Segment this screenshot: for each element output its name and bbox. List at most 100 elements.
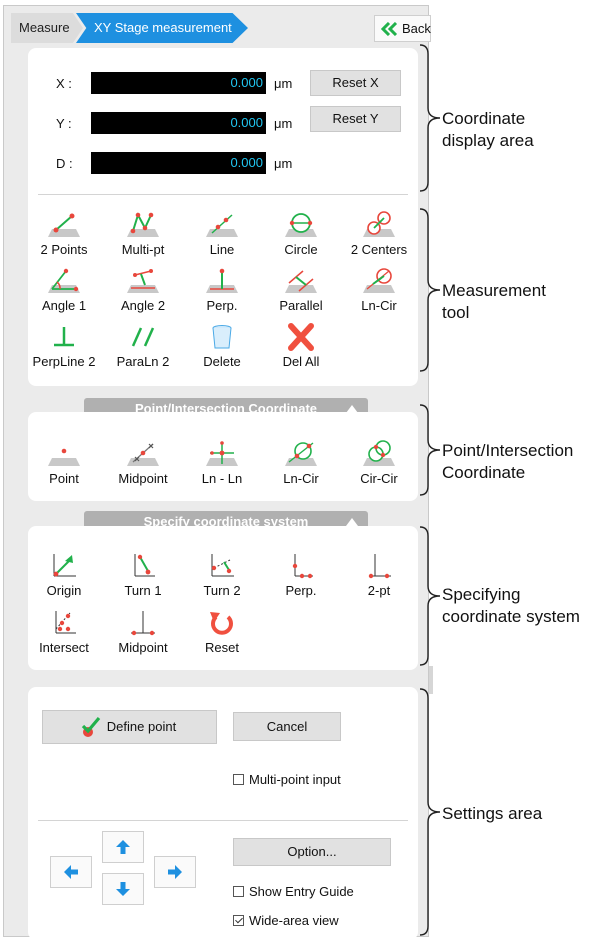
tool-line[interactable]: Line (185, 211, 259, 267)
move-down-button[interactable] (102, 873, 144, 905)
tool-label: Turn 1 (124, 583, 162, 598)
coordinate-display-brace (419, 44, 441, 192)
d-label: D : (56, 156, 73, 171)
tool-label: Angle 1 (41, 298, 87, 313)
d-readout: 0.000 (91, 152, 266, 174)
checkbox-box (233, 886, 244, 897)
tool-label: Intersect (39, 640, 89, 655)
measurement-tool-brace (419, 208, 441, 372)
parallel-icon (285, 270, 317, 293)
midpoint-axis-icon (131, 611, 155, 636)
define-point-button[interactable]: Define point (42, 710, 217, 744)
point-tool-midpoint[interactable]: Midpoint (106, 440, 180, 496)
cancel-button[interactable]: Cancel (233, 712, 341, 741)
tool-label: Circle (284, 242, 318, 257)
line-circle-icon (363, 268, 395, 293)
back-button[interactable]: Back (374, 15, 431, 42)
circle-circle-icon (363, 440, 395, 466)
option-button[interactable]: Option... (233, 838, 391, 866)
point-tool-ln-ln[interactable]: Ln - Ln (185, 440, 259, 496)
annotation-coordinate-display: Coordinate display area (442, 108, 534, 152)
wide-area-view-checkbox[interactable]: Wide-area view (233, 913, 339, 928)
breadcrumb-measure[interactable]: Measure (11, 13, 83, 43)
tool-label: Midpoint (118, 640, 168, 655)
tool-paraln-2[interactable]: ParaLn 2 (106, 323, 180, 379)
point-intersection-card: Point Midpoint Ln - Ln Ln-Cir Cir-Cir (28, 412, 418, 501)
annotation-line: display area (442, 131, 534, 150)
xy-stage-panel: Measure XY Stage measurement Back X : 0.… (3, 5, 433, 940)
multi-point-icon (127, 212, 159, 237)
coord-divider (38, 194, 408, 195)
tool-circle[interactable]: Circle (264, 211, 338, 267)
tool-2-points[interactable]: 2 Points (27, 211, 101, 267)
specify-coordinate-card: Origin Turn 1 Turn 2 Perp. 2-pt Intersec… (28, 526, 418, 670)
tool-del-all[interactable]: Del All (264, 323, 338, 379)
tool-perp[interactable]: Perp. (185, 267, 259, 323)
spec-tool-origin[interactable]: Origin (27, 552, 101, 608)
checkbox-label: Wide-area view (249, 913, 339, 928)
tool-label: Ln-Cir (283, 471, 319, 486)
settings-area-brace (419, 688, 441, 936)
tool-parallel[interactable]: Parallel (264, 267, 338, 323)
midpoint-icon (127, 443, 159, 466)
tool-angle-1[interactable]: Angle 1 (27, 267, 101, 323)
angle-1-icon (48, 268, 80, 293)
point-tool-cir-cir[interactable]: Cir-Cir (342, 440, 416, 496)
annotation-line: Point/Intersection (442, 441, 574, 460)
spec-tool-reset[interactable]: Reset (185, 609, 259, 665)
reset-icon (210, 612, 233, 635)
spec-tool-turn-1[interactable]: Turn 1 (106, 552, 180, 608)
annotation-line: Settings area (442, 804, 543, 823)
x-label: X : (56, 76, 72, 91)
turn-1-icon (134, 554, 155, 577)
x-readout: 0.000 (91, 72, 266, 94)
spec-tool-intersect[interactable]: Intersect (27, 609, 101, 665)
tool-label: Cir-Cir (360, 471, 398, 486)
move-left-button[interactable] (50, 856, 92, 888)
show-entry-guide-checkbox[interactable]: Show Entry Guide (233, 884, 354, 899)
define-point-label: Define point (106, 719, 177, 734)
trash-icon (212, 325, 232, 349)
tool-multi-pt[interactable]: Multi-pt (106, 211, 180, 267)
tool-2-centers[interactable]: 2 Centers (342, 211, 416, 267)
spec-tool-perp[interactable]: Perp. (264, 552, 338, 608)
spec-tool-2-pt[interactable]: 2-pt (342, 552, 416, 608)
turn-2-icon (211, 554, 234, 577)
multi-point-input-checkbox[interactable]: Multi-point input (233, 772, 341, 787)
x-unit: μm (274, 76, 293, 91)
spec-tool-midpoint[interactable]: Midpoint (106, 609, 180, 665)
checkbox-label: Show Entry Guide (249, 884, 354, 899)
tool-label: 2-pt (367, 583, 391, 598)
tool-label: Origin (46, 583, 82, 598)
arrow-down-icon (116, 882, 130, 896)
tool-angle-2[interactable]: Angle 2 (106, 267, 180, 323)
delete-all-icon (288, 323, 314, 351)
move-right-button[interactable] (154, 856, 196, 888)
reset-x-button[interactable]: Reset X (310, 70, 401, 96)
tool-ln-cir[interactable]: Ln-Cir (342, 267, 416, 323)
two-centers-icon (363, 211, 395, 237)
reset-y-button[interactable]: Reset Y (310, 106, 401, 132)
back-label: Back (402, 21, 431, 36)
breadcrumb-xy-stage[interactable]: XY Stage measurement (76, 13, 248, 43)
tool-label: Midpoint (118, 471, 168, 486)
circle-icon (285, 213, 317, 237)
tool-perpline-2[interactable]: PerpLine 2 (27, 323, 101, 379)
tool-label: Perp. (285, 583, 317, 598)
move-up-button[interactable] (102, 831, 144, 863)
point-tool-point[interactable]: Point (27, 440, 101, 496)
tool-delete[interactable]: Delete (185, 323, 259, 379)
collapse-up-icon (346, 518, 358, 526)
line-line-icon (206, 441, 238, 466)
line-circle-intersect-icon (285, 442, 317, 466)
annotation-line: Specifying (442, 585, 521, 604)
y-label: Y : (56, 116, 72, 131)
point-icon (48, 448, 80, 466)
spec-tool-turn-2[interactable]: Turn 2 (185, 552, 259, 608)
specify-coordinate-brace (419, 526, 441, 666)
tool-label: Line (209, 242, 235, 257)
two-points-icon (48, 213, 80, 237)
tool-label: Delete (203, 354, 241, 369)
point-tool-ln-cir[interactable]: Ln-Cir (264, 440, 338, 496)
tool-label: Reset (205, 640, 239, 655)
